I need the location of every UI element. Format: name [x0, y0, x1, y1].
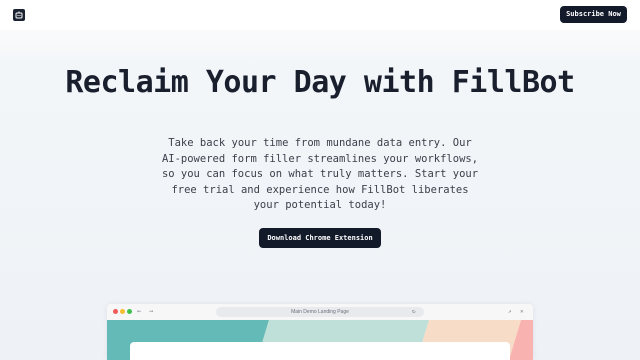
- close-icon: ✕: [520, 308, 524, 315]
- top-navigation-bar: Subscribe Now: [0, 0, 640, 30]
- preview-card: [130, 342, 510, 360]
- back-arrow-icon: ←: [137, 307, 142, 315]
- forward-arrow-icon: →: [149, 307, 154, 315]
- hero-description: Take back your time from mundane data en…: [161, 137, 479, 211]
- browser-preview: ← → Main Demo Landing Page ↻ ↗ ✕: [107, 304, 533, 360]
- subscribe-button[interactable]: Subscribe Now: [560, 6, 627, 23]
- window-minimize-dot: [120, 309, 125, 314]
- hero-title: Reclaim Your Day with FillBot: [65, 65, 575, 100]
- reload-icon: ↻: [412, 308, 416, 315]
- address-bar: Main Demo Landing Page: [216, 307, 424, 317]
- open-external-icon: ↗: [508, 308, 512, 315]
- window-close-dot: [113, 309, 118, 314]
- address-bar-text: Main Demo Landing Page: [291, 309, 349, 315]
- download-extension-button[interactable]: Download Chrome Extension: [259, 228, 381, 248]
- browser-toolbar: ← → Main Demo Landing Page ↻ ↗ ✕: [107, 304, 533, 320]
- window-maximize-dot: [127, 309, 132, 314]
- robot-icon[interactable]: [13, 9, 25, 21]
